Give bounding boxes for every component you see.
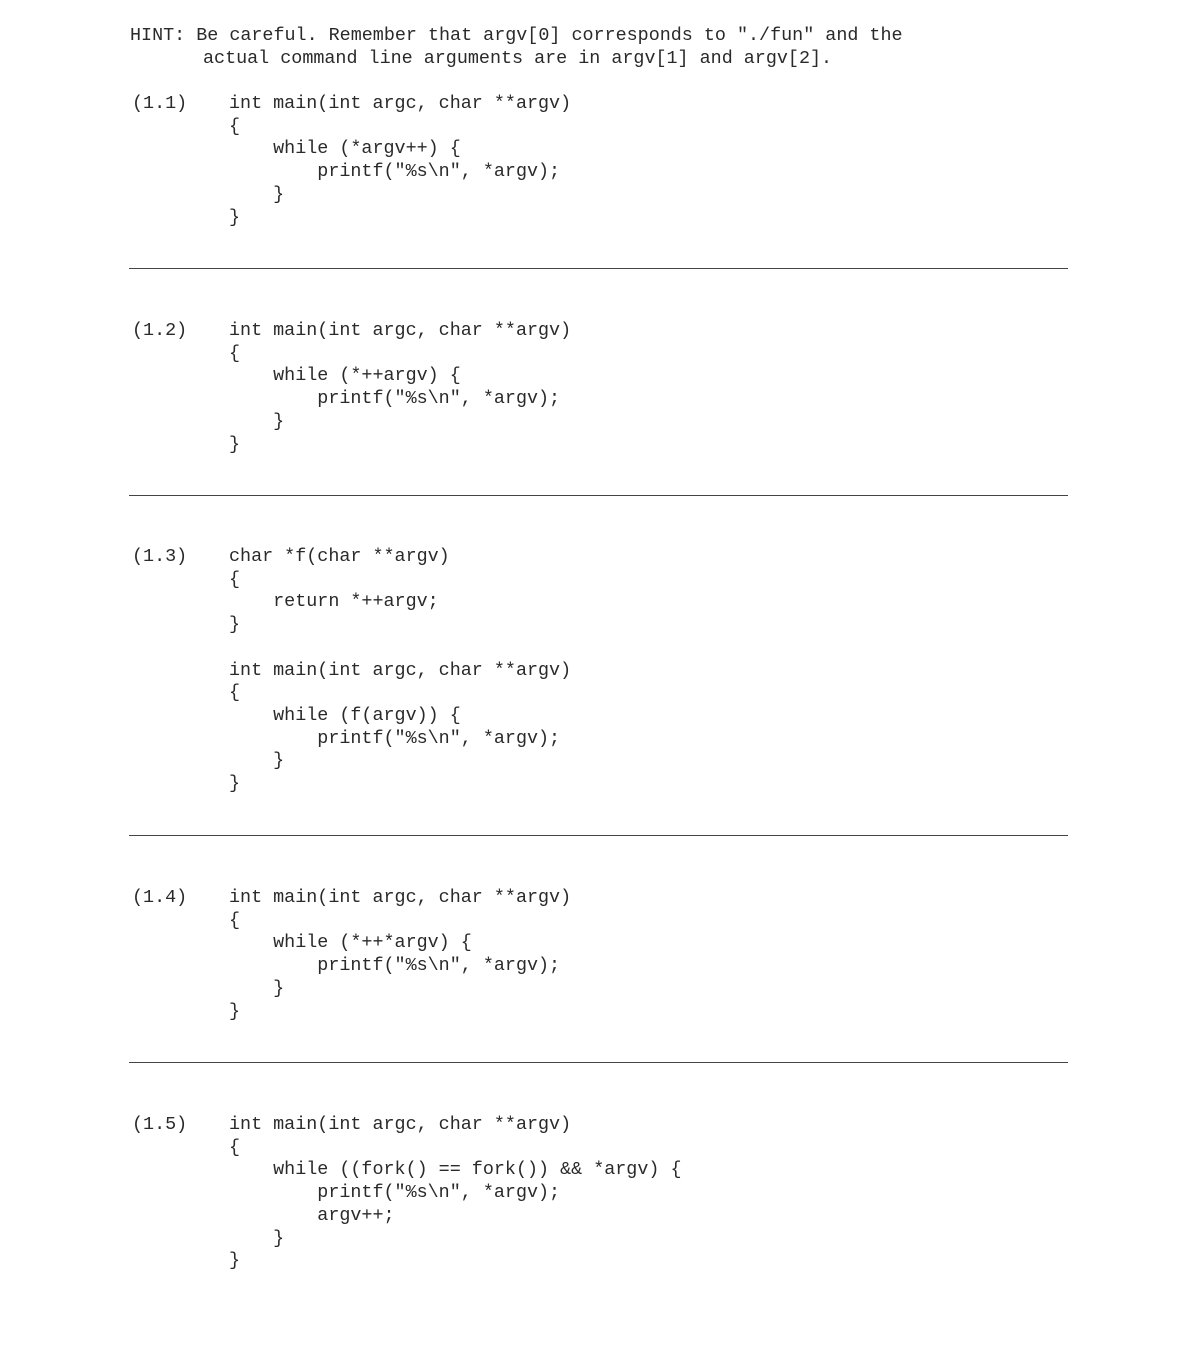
- problem-label-1-5: (1.5): [132, 1114, 188, 1135]
- code-block-1-3: char *f(char **argv) { return *++argv; }…: [229, 546, 572, 795]
- hint-line-1: HINT: Be careful. Remember that argv[0] …: [130, 25, 903, 46]
- divider: [129, 495, 1068, 496]
- problem-label-1-3: (1.3): [132, 546, 188, 567]
- code-block-1-2: int main(int argc, char **argv) { while …: [229, 320, 572, 455]
- code-block-1-4: int main(int argc, char **argv) { while …: [229, 887, 572, 1022]
- code-block-1-5: int main(int argc, char **argv) { while …: [229, 1114, 682, 1272]
- hint-line-2: actual command line arguments are in arg…: [203, 48, 833, 69]
- problem-label-1-2: (1.2): [132, 320, 188, 341]
- problem-label-1-1: (1.1): [132, 93, 188, 114]
- problem-label-1-4: (1.4): [132, 887, 188, 908]
- code-block-1-1: int main(int argc, char **argv) { while …: [229, 93, 572, 228]
- divider: [129, 1062, 1068, 1063]
- divider: [129, 835, 1068, 836]
- divider: [129, 268, 1068, 269]
